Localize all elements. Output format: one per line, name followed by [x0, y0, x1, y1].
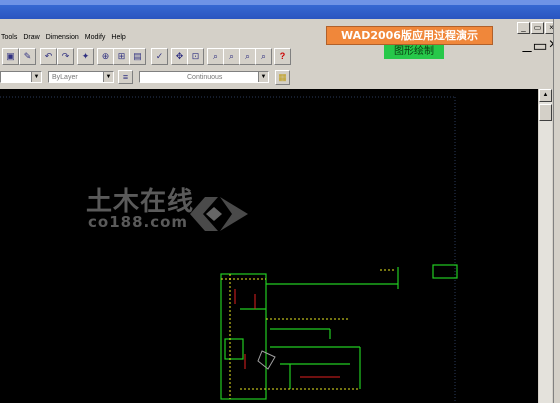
- match-icon[interactable]: ✎: [19, 48, 36, 65]
- lineweight-icon[interactable]: ≡: [118, 70, 133, 84]
- maximize-button[interactable]: ▭: [531, 22, 544, 34]
- doc-restore-button[interactable]: ▭: [533, 36, 548, 56]
- menu-tools[interactable]: Tools: [1, 34, 17, 46]
- menu-bar: Tools Draw Dimension Modify Help: [0, 34, 126, 46]
- title-bar-strip: [0, 0, 560, 5]
- properties-toolbar: ▼ ByLayer ▼ ≡ Continuous ▼ ▦: [0, 70, 300, 86]
- zoom-extents-icon[interactable]: ⌕: [255, 48, 272, 65]
- pan-icon[interactable]: ✥: [171, 48, 188, 65]
- window-controls: _ ▭ ×: [517, 22, 558, 34]
- chevron-down-icon: ▼: [103, 72, 113, 82]
- demo-subtitle-banner: 图形绘制: [384, 45, 444, 59]
- standard-toolbar: ▣ ✎ ↶ ↷ ✦ ⊕ ⊞ ▤ ✓ ✥ ⊡ ⌕ ⌕ ⌕ ⌕ ?: [0, 48, 300, 66]
- menu-help[interactable]: Help: [111, 34, 125, 46]
- undo-icon[interactable]: ↶: [40, 48, 57, 65]
- linetype-value: Continuous: [187, 74, 223, 81]
- demo-title-banner: WAD2006版应用过程演示: [326, 26, 493, 45]
- title-bar: [0, 0, 560, 19]
- watermark-logo-icon: [190, 197, 248, 231]
- properties-icon[interactable]: ✓: [151, 48, 168, 65]
- vertical-scrollbar[interactable]: ▲: [539, 89, 552, 403]
- calc-icon[interactable]: ▤: [129, 48, 146, 65]
- scroll-thumb[interactable]: [539, 104, 552, 121]
- minimize-button[interactable]: _: [517, 22, 530, 34]
- drawing-canvas[interactable]: 土木在线 co188.com: [0, 89, 538, 403]
- window-border: [553, 19, 560, 403]
- menu-draw[interactable]: Draw: [23, 34, 39, 46]
- zoom-previous-icon[interactable]: ⌕: [239, 48, 256, 65]
- osnap2-icon[interactable]: ⊡: [187, 48, 204, 65]
- doc-minimize-button[interactable]: _: [523, 36, 532, 56]
- linetype-select[interactable]: Continuous ▼: [139, 71, 269, 83]
- color-palette-icon[interactable]: ▦: [275, 70, 290, 85]
- save-icon[interactable]: ▣: [2, 48, 19, 65]
- layer-value: ByLayer: [52, 74, 78, 81]
- zoom-realtime-icon[interactable]: ⌕: [207, 48, 224, 65]
- snap-icon[interactable]: ⊕: [97, 48, 114, 65]
- osnap-icon[interactable]: ⊞: [113, 48, 130, 65]
- menu-modify[interactable]: Modify: [85, 34, 106, 46]
- paint-icon[interactable]: ✦: [77, 48, 94, 65]
- chevron-down-icon: ▼: [31, 72, 41, 82]
- scroll-up-icon[interactable]: ▲: [539, 89, 552, 102]
- zoom-window-icon[interactable]: ⌕: [223, 48, 240, 65]
- help-icon[interactable]: ?: [274, 48, 291, 65]
- menu-dimension[interactable]: Dimension: [46, 34, 79, 46]
- watermark-site: co188.com: [88, 213, 189, 231]
- chevron-down-icon: ▼: [258, 72, 268, 82]
- redo-icon[interactable]: ↷: [57, 48, 74, 65]
- color-select[interactable]: ▼: [0, 71, 42, 83]
- layer-select[interactable]: ByLayer ▼: [48, 71, 114, 83]
